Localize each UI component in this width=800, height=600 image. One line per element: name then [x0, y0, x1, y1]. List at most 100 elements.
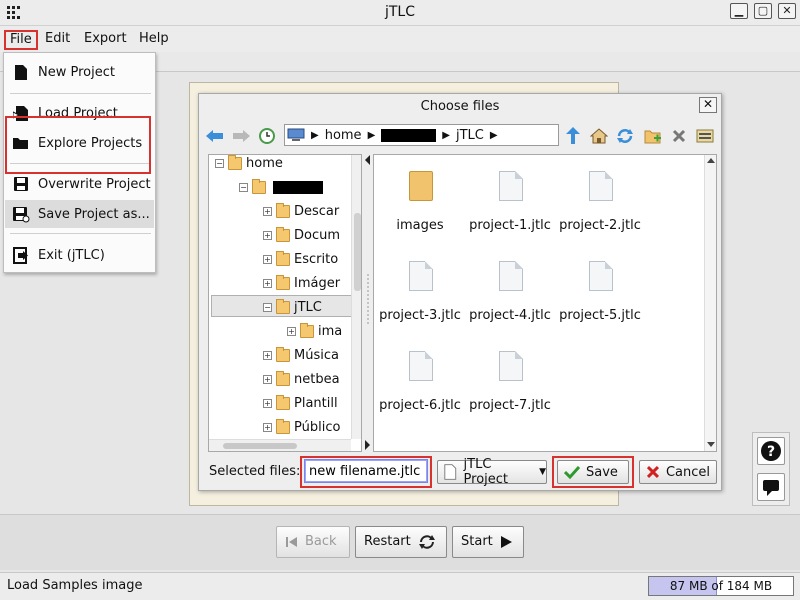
start-button[interactable]: Start	[452, 526, 524, 558]
document-icon	[444, 464, 457, 480]
file-item-project-5[interactable]: project-5.jtlc	[555, 245, 645, 335]
expand-icon[interactable]: +	[263, 350, 272, 360]
chevron-right-icon: ▶	[489, 129, 498, 141]
memory-usage-bar[interactable]: 87 MB of 184 MB	[648, 576, 794, 596]
scroll-arrows-icon	[707, 158, 715, 447]
collapse-icon[interactable]: −	[239, 182, 248, 192]
close-window-button[interactable]: ✕	[778, 3, 796, 19]
tree-node-user[interactable]: −	[239, 176, 323, 198]
computer-icon	[287, 128, 305, 141]
file-label: project-5.jtlc	[559, 308, 641, 323]
collapse-icon[interactable]: −	[215, 158, 224, 168]
breadcrumb-home[interactable]: home	[325, 128, 362, 143]
save-button[interactable]: Save	[557, 460, 629, 484]
expand-icon[interactable]: +	[263, 422, 272, 432]
scrollbar-thumb[interactable]	[223, 443, 297, 449]
save-label: Save	[586, 464, 618, 480]
expand-icon[interactable]: +	[263, 206, 272, 216]
path-breadcrumb[interactable]: ▶ home ▶ ▶ jTLC ▶	[284, 124, 559, 146]
scrollbar-thumb[interactable]	[354, 213, 361, 291]
menu-highlight-annotation	[5, 116, 151, 174]
filename-input[interactable]	[304, 459, 428, 483]
tree-node-home[interactable]: − home	[215, 155, 283, 174]
expand-icon[interactable]: +	[263, 278, 272, 288]
maximize-button[interactable]: ▢	[754, 3, 772, 19]
tree-node-label: Escrito	[294, 251, 339, 267]
folder-icon	[409, 171, 433, 201]
home-icon[interactable]	[589, 126, 609, 146]
restart-button[interactable]: Restart	[355, 526, 447, 558]
back-label: Back	[305, 534, 337, 549]
memory-usage-text: 87 MB of 184 MB	[669, 579, 773, 593]
file-item-project-6[interactable]: project-6.jtlc	[375, 335, 465, 425]
file-item-images[interactable]: images	[375, 155, 465, 245]
file-label: project-1.jtlc	[469, 218, 551, 233]
expand-icon[interactable]: +	[263, 374, 272, 384]
splitter-arrows-icon	[365, 155, 370, 450]
back-arrow-icon[interactable]	[205, 126, 225, 146]
tree-node-label: netbea	[294, 371, 340, 387]
feedback-button[interactable]	[757, 473, 785, 501]
history-icon[interactable]	[257, 126, 277, 146]
folder-icon	[276, 274, 290, 290]
document-icon	[589, 171, 613, 201]
cancel-button[interactable]: Cancel	[639, 460, 717, 484]
delete-icon[interactable]	[669, 126, 689, 146]
document-icon	[409, 351, 433, 381]
details-view-icon[interactable]	[695, 126, 715, 146]
file-item-project-4[interactable]: project-4.jtlc	[465, 245, 555, 335]
forward-arrow-icon[interactable]	[231, 126, 251, 146]
help-button[interactable]: ?	[757, 437, 785, 465]
menu-edit[interactable]: Edit	[40, 30, 75, 50]
save-as-disk-icon	[12, 205, 30, 223]
new-folder-icon[interactable]	[643, 126, 663, 146]
up-arrow-icon[interactable]	[563, 126, 583, 146]
expand-icon[interactable]: +	[287, 326, 296, 336]
refresh-icon[interactable]	[615, 126, 635, 146]
tree-node-imagenes[interactable]: + Imáger	[263, 272, 340, 294]
menu-help[interactable]: Help	[134, 30, 174, 50]
menu-item-label: Exit (jTLC)	[38, 247, 105, 263]
tree-node-documentos[interactable]: + Docum	[263, 224, 340, 246]
menu-item-save-project-as[interactable]: Save Project as...	[5, 200, 154, 228]
breadcrumb-redacted[interactable]	[381, 128, 437, 142]
menu-export[interactable]: Export	[79, 30, 132, 50]
tree-node-jtlc[interactable]: − jTLC	[263, 296, 322, 318]
collapse-icon[interactable]: −	[263, 302, 272, 312]
new-document-icon	[12, 63, 30, 81]
document-icon	[589, 261, 613, 291]
pane-splitter[interactable]	[365, 154, 371, 452]
tree-node-escritorio[interactable]: + Escrito	[263, 248, 338, 270]
selected-files-label: Selected files:	[209, 464, 301, 479]
tree-node-netbeans[interactable]: + netbea	[263, 368, 340, 390]
tree-node-images[interactable]: + ima	[287, 320, 342, 342]
file-type-select[interactable]: jTLC Project ▼	[437, 457, 547, 487]
tree-node-descargas[interactable]: + Descar	[263, 200, 339, 222]
menu-item-new-project[interactable]: New Project	[5, 58, 154, 86]
tree-vertical-scrollbar[interactable]	[351, 155, 361, 439]
expand-icon[interactable]: +	[263, 230, 272, 240]
menu-item-exit[interactable]: Exit (jTLC)	[5, 241, 154, 269]
tree-node-plantillas[interactable]: + Plantill	[263, 392, 338, 414]
file-item-project-1[interactable]: project-1.jtlc	[465, 155, 555, 245]
menu-item-overwrite-project[interactable]: Overwrite Project	[5, 170, 154, 198]
file-item-project-2[interactable]: project-2.jtlc	[555, 155, 645, 245]
document-icon	[499, 351, 523, 381]
minimize-button[interactable]: ▁	[730, 3, 748, 19]
breadcrumb-current[interactable]: jTLC	[456, 128, 484, 143]
dialog-close-button[interactable]: ✕	[699, 97, 717, 113]
tree-node-publico[interactable]: + Público	[263, 416, 340, 438]
files-vertical-scrollbar[interactable]	[704, 155, 716, 451]
tree-horizontal-scrollbar[interactable]	[209, 439, 351, 451]
file-item-project-7[interactable]: project-7.jtlc	[465, 335, 555, 425]
status-text: Load Samples image	[7, 578, 143, 593]
folder-icon	[276, 250, 290, 266]
status-bar: Load Samples image 87 MB of 184 MB	[0, 572, 800, 600]
tree-node-musica[interactable]: + Música	[263, 344, 339, 366]
expand-icon[interactable]: +	[263, 398, 272, 408]
menu-separator	[10, 93, 151, 94]
file-item-project-3[interactable]: project-3.jtlc	[375, 245, 465, 335]
expand-icon[interactable]: +	[263, 254, 272, 264]
back-button[interactable]: Back	[276, 526, 350, 558]
menu-file[interactable]: File	[4, 30, 38, 50]
